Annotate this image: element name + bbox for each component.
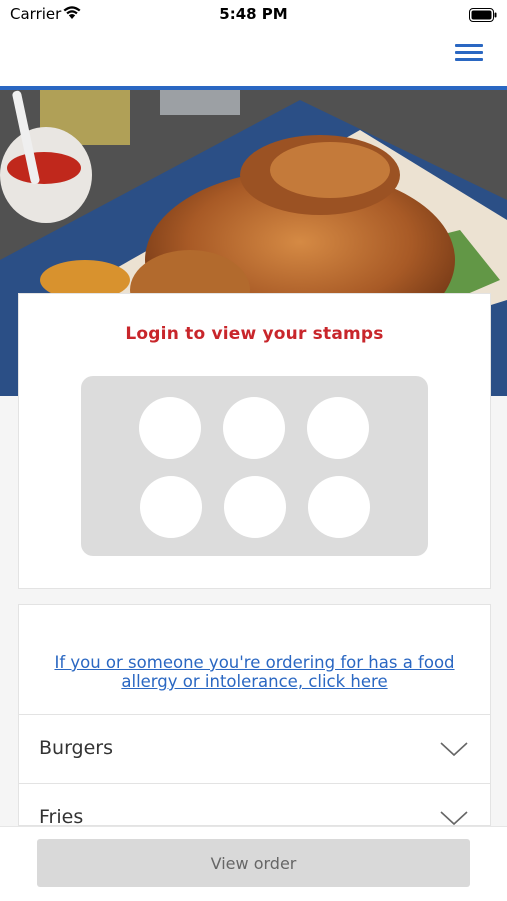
- battery-icon: [469, 7, 497, 26]
- allergy-info-link[interactable]: If you or someone you're ordering for ha…: [39, 653, 470, 691]
- stamp-slot: [307, 397, 369, 459]
- bottom-bar: View order: [0, 826, 507, 901]
- stamp-card: Login to view your stamps: [18, 293, 491, 589]
- stamp-card-title[interactable]: Login to view your stamps: [19, 324, 490, 344]
- menu-category-label: Fries: [39, 806, 84, 828]
- nav-bar: [0, 30, 507, 90]
- stamp-slot: [224, 476, 286, 538]
- stamp-slot: [140, 476, 202, 538]
- status-bar: Carrier 5:48 PM: [0, 0, 507, 30]
- menu-card: If you or someone you're ordering for ha…: [18, 604, 491, 828]
- chevron-down-icon: [440, 741, 468, 761]
- clock: 5:48 PM: [219, 5, 288, 23]
- menu-category-burgers[interactable]: Burgers: [19, 714, 490, 783]
- stamp-grid: [81, 376, 428, 556]
- stamp-slot: [139, 397, 201, 459]
- stamp-slot: [223, 397, 285, 459]
- stamp-slot: [308, 476, 370, 538]
- menu-category-label: Burgers: [39, 737, 114, 759]
- hamburger-menu-icon[interactable]: [455, 40, 483, 66]
- view-order-button[interactable]: View order: [37, 839, 470, 887]
